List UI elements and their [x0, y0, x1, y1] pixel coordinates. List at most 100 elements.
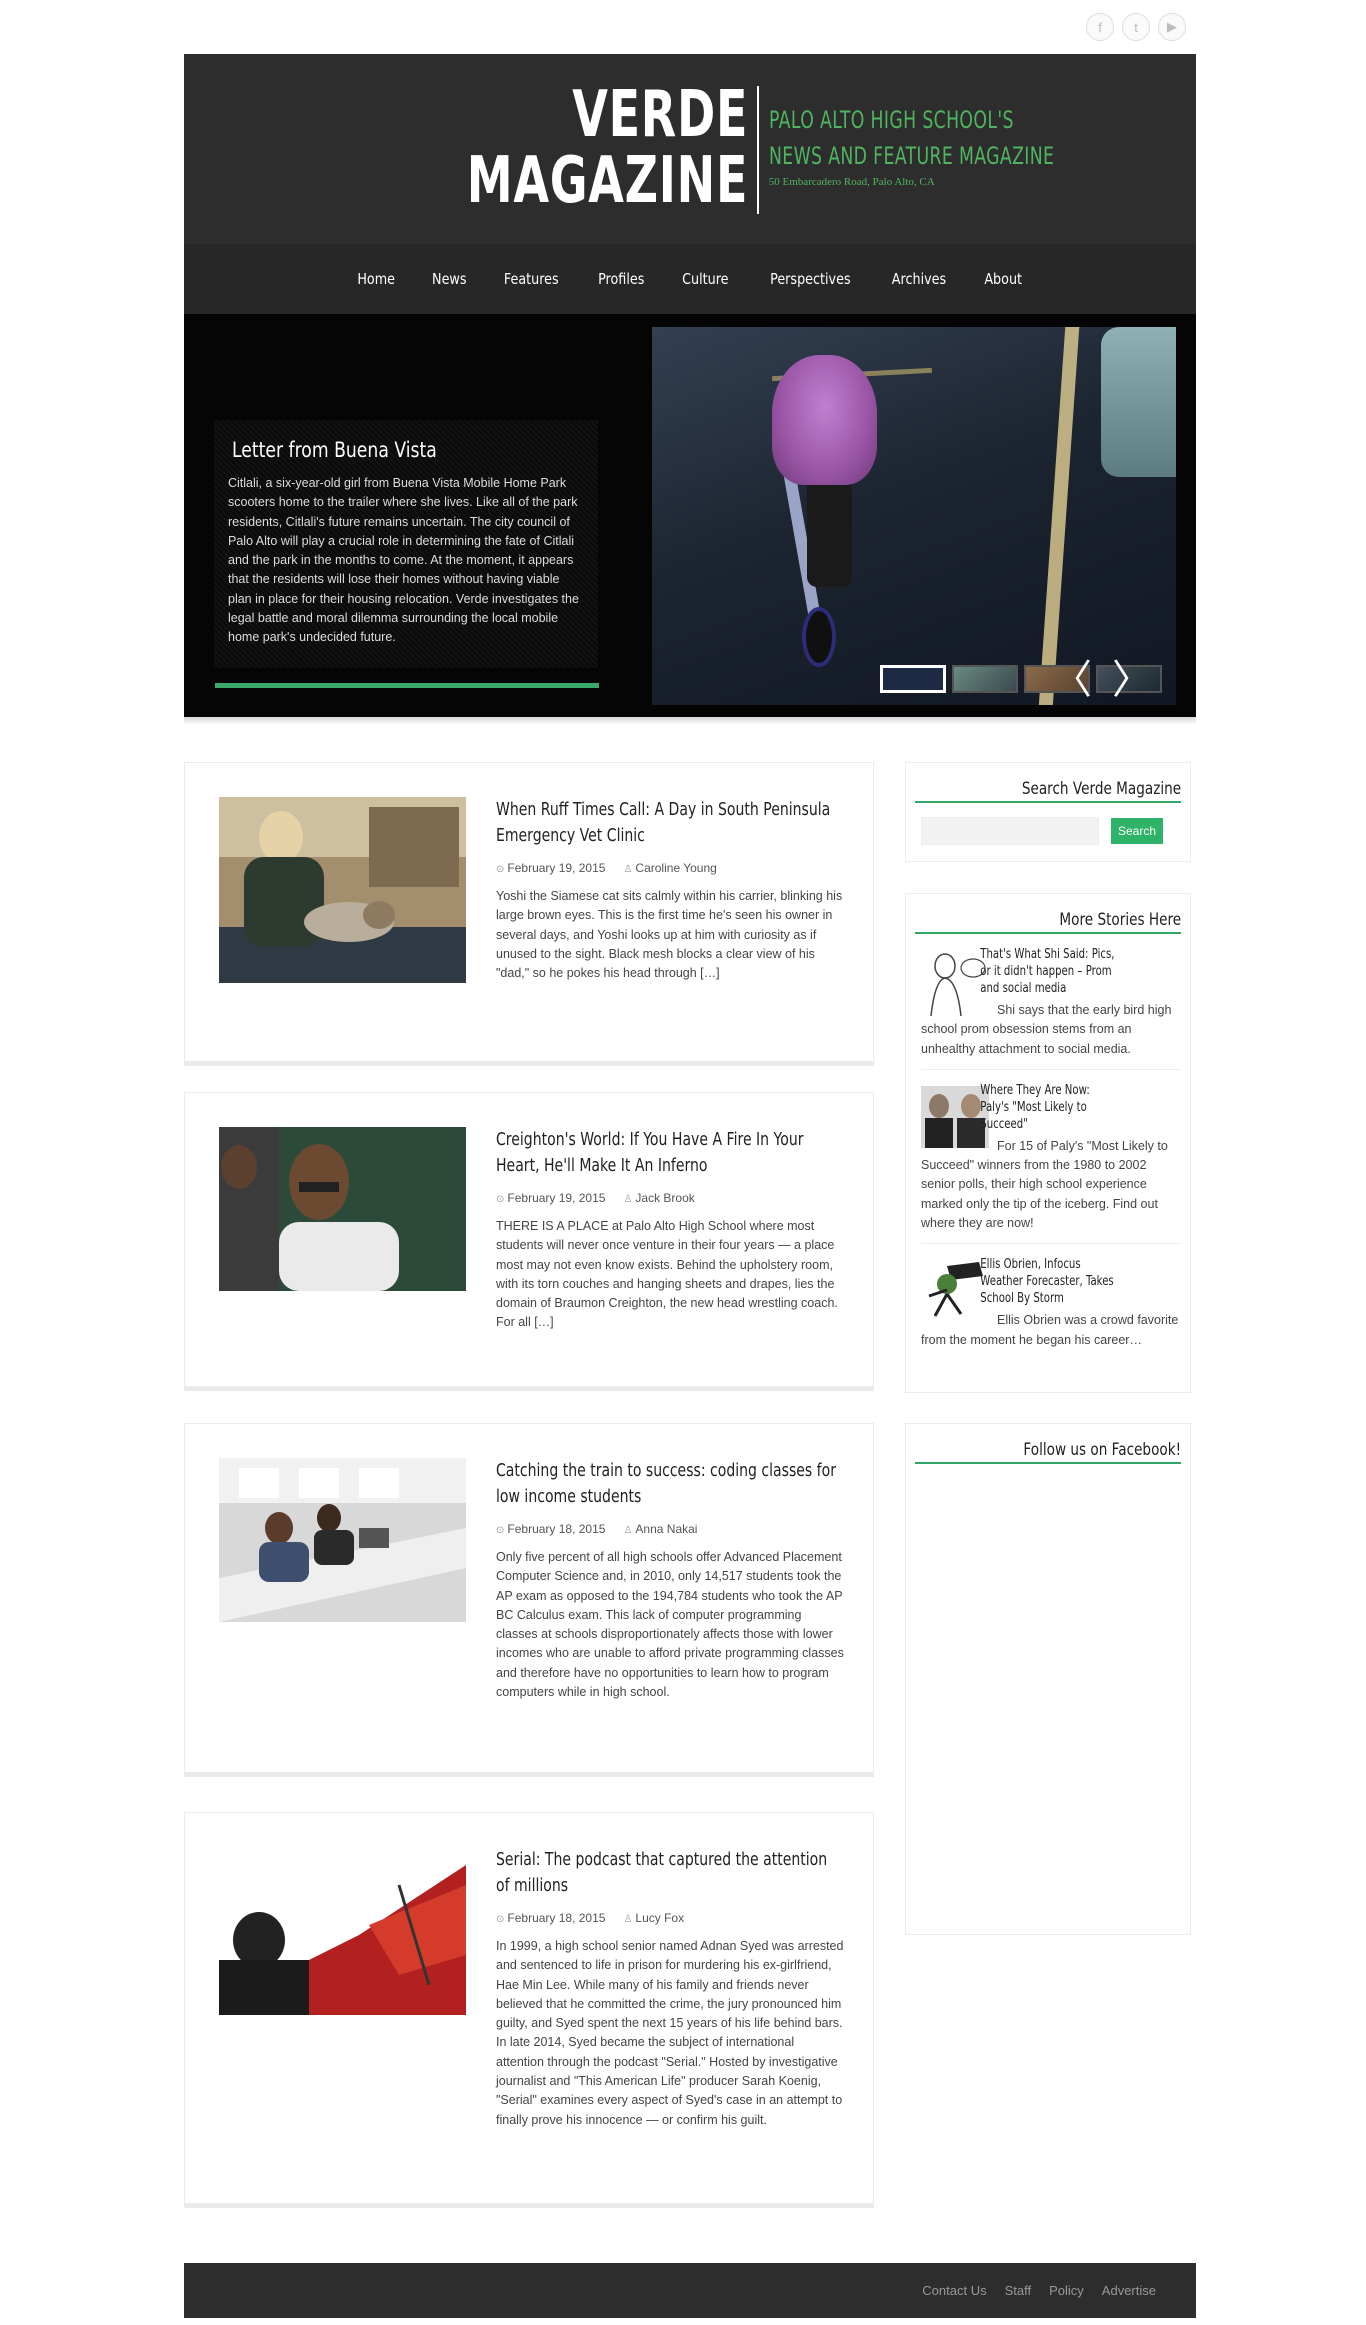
child-legs — [807, 477, 852, 587]
slider-shadow — [184, 717, 1196, 725]
post-title[interactable]: Catching the train to success: coding cl… — [496, 1458, 843, 1510]
search-form: Search — [921, 817, 1190, 845]
user-icon: ♙ — [623, 1194, 633, 1205]
clock-icon: ⊙ — [496, 864, 505, 875]
post-excerpt: In 1999, a high school senior named Adna… — [496, 1939, 844, 2127]
story-item: That's What Shi Said: Pics, or it didn't… — [921, 934, 1181, 1070]
post-content: Serial: The podcast that captured the at… — [496, 1847, 844, 2130]
post-excerpt: THERE IS A PLACE at Palo Alto High Schoo… — [496, 1219, 838, 1330]
post-thumbnail[interactable] — [219, 1127, 466, 1291]
user-icon: ♙ — [623, 1525, 633, 1536]
logo-line-verde: VERDE — [572, 78, 749, 152]
footer-link-advertise[interactable]: Advertise — [1102, 2283, 1156, 2298]
clock-icon: ⊙ — [496, 1914, 505, 1925]
post-meta: ⊙ February 19, 2015 ♙ Jack Brook — [496, 1191, 844, 1205]
nav-item-perspectives[interactable]: Perspectives — [757, 270, 863, 288]
post-author[interactable]: ♙ Lucy Fox — [623, 1911, 684, 1925]
footer-link-contact[interactable]: Contact Us — [922, 2283, 986, 2298]
post-title[interactable]: Creighton's World: If You Have A Fire In… — [496, 1127, 843, 1179]
post-card: Serial: The podcast that captured the at… — [184, 1812, 874, 2204]
child-purple-hoodie — [772, 355, 877, 485]
footer-link-policy[interactable]: Policy — [1049, 2283, 1084, 2298]
nav-item-news[interactable]: News — [419, 270, 479, 288]
site-header: VERDE MAGAZINE PALO ALTO HIGH SCHOOL'S N… — [184, 54, 1196, 244]
post-title[interactable]: Serial: The podcast that captured the at… — [496, 1847, 843, 1899]
parked-car — [1101, 327, 1176, 477]
footer-link-staff[interactable]: Staff — [1005, 2283, 1032, 2298]
site-logo[interactable]: VERDE MAGAZINE PALO ALTO HIGH SCHOOL'S N… — [414, 82, 1165, 214]
clock-icon: ⊙ — [496, 1194, 505, 1205]
social-links: f t ▶ — [1086, 13, 1186, 41]
post-author[interactable]: ♙ Jack Brook — [623, 1191, 694, 1205]
post-date: ⊙ February 19, 2015 — [496, 1191, 606, 1205]
widget-title: Follow us on Facebook! — [915, 1440, 1181, 1464]
slide-progress-bar — [215, 683, 599, 688]
school-address: 50 Embarcadero Road, Palo Alto, CA — [768, 176, 935, 188]
story-item: Ellis Obrien, Infocus Weather Forecaster… — [921, 1244, 1181, 1360]
post-meta: ⊙ February 18, 2015 ♙ Anna Nakai — [496, 1522, 844, 1536]
slide-thumb-2[interactable] — [952, 665, 1018, 693]
search-input[interactable] — [921, 817, 1099, 845]
slide-thumb-1[interactable] — [880, 665, 946, 693]
post-card: When Ruff Times Call: A Day in South Pen… — [184, 762, 874, 1062]
chevron-left-icon[interactable]: 〈 — [1052, 647, 1092, 705]
nav-item-features[interactable]: Features — [491, 270, 571, 288]
story-title[interactable]: Where They Are Now: Paly's "Most Likely … — [921, 1082, 1116, 1133]
site-footer: Contact Us Staff Policy Advertise — [184, 2263, 1196, 2318]
logo-wordmark: VERDE MAGAZINE — [467, 82, 757, 214]
nav-item-about[interactable]: About — [972, 270, 1035, 288]
facebook-widget: Follow us on Facebook! — [905, 1423, 1191, 1935]
post-author[interactable]: ♙ Anna Nakai — [623, 1522, 697, 1536]
post-date: ⊙ February 18, 2015 — [496, 1522, 606, 1536]
post-date: ⊙ February 19, 2015 — [496, 861, 606, 875]
post-card: Creighton's World: If You Have A Fire In… — [184, 1092, 874, 1387]
logo-line-magazine: MAGAZINE — [466, 144, 749, 218]
more-stories-widget: More Stories Here That's What Shi Said: … — [905, 893, 1191, 1393]
post-content: When Ruff Times Call: A Day in South Pen… — [496, 797, 844, 983]
clock-icon: ⊙ — [496, 1525, 505, 1536]
post-thumbnail[interactable] — [219, 797, 466, 983]
post-excerpt: Only five percent of all high schools of… — [496, 1550, 844, 1700]
nav-item-archives[interactable]: Archives — [879, 270, 959, 288]
post-content: Catching the train to success: coding cl… — [496, 1458, 844, 1702]
story-item: Where They Are Now: Paly's "Most Likely … — [921, 1070, 1181, 1245]
slide-caption[interactable]: Letter from Buena Vista Citlali, a six-y… — [214, 420, 598, 668]
post-meta: ⊙ February 18, 2015 ♙ Lucy Fox — [496, 1911, 844, 1925]
slide-title[interactable]: Letter from Buena Vista — [232, 438, 532, 462]
nav-item-profiles[interactable]: Profiles — [585, 270, 657, 288]
story-title[interactable]: That's What Shi Said: Pics, or it didn't… — [921, 946, 1116, 997]
tagline-line1: PALO ALTO HIGH SCHOOL'S — [768, 106, 1014, 134]
slide-image[interactable]: 〈 〉 — [652, 327, 1176, 705]
featured-slider: Letter from Buena Vista Citlali, a six-y… — [184, 314, 1196, 717]
post-meta: ⊙ February 19, 2015 ♙ Caroline Young — [496, 861, 844, 875]
tagline-line2: NEWS AND FEATURE MAGAZINE — [768, 142, 1055, 170]
widget-title: Search Verde Magazine — [915, 779, 1181, 803]
logo-tagline: PALO ALTO HIGH SCHOOL'S NEWS AND FEATURE… — [769, 82, 1165, 188]
post-thumbnail[interactable] — [219, 1865, 466, 2015]
main-nav: Home News Features Profiles Culture Pers… — [184, 244, 1196, 314]
post-title[interactable]: When Ruff Times Call: A Day in South Pen… — [496, 797, 843, 849]
story-desc: For 15 of Paly's "Most Likely to Succeed… — [921, 1138, 1168, 1231]
user-icon: ♙ — [623, 1914, 633, 1925]
post-author[interactable]: ♙ Caroline Young — [623, 861, 716, 875]
widget-title: More Stories Here — [915, 910, 1181, 934]
search-button[interactable]: Search — [1111, 818, 1163, 844]
post-excerpt: Yoshi the Siamese cat sits calmly within… — [496, 889, 843, 981]
twitter-icon[interactable]: t — [1122, 13, 1150, 41]
user-icon: ♙ — [623, 864, 633, 875]
story-title[interactable]: Ellis Obrien, Infocus Weather Forecaster… — [921, 1256, 1116, 1307]
chevron-right-icon[interactable]: 〉 — [1112, 647, 1152, 705]
facebook-icon[interactable]: f — [1086, 13, 1114, 41]
logo-divider — [756, 86, 759, 214]
nav-item-culture[interactable]: Culture — [669, 270, 741, 288]
post-content: Creighton's World: If You Have A Fire In… — [496, 1127, 844, 1333]
post-thumbnail[interactable] — [219, 1458, 466, 1622]
nav-item-home[interactable]: Home — [345, 270, 408, 288]
scooter-wheel — [802, 607, 836, 667]
post-card: Catching the train to success: coding cl… — [184, 1423, 874, 1773]
search-widget: Search Verde Magazine Search — [905, 762, 1191, 862]
youtube-icon[interactable]: ▶ — [1158, 13, 1186, 41]
slide-text: Citlali, a six-year-old girl from Buena … — [228, 476, 579, 645]
post-date: ⊙ February 18, 2015 — [496, 1911, 606, 1925]
slide-arrows: 〈 〉 — [1052, 647, 1152, 705]
